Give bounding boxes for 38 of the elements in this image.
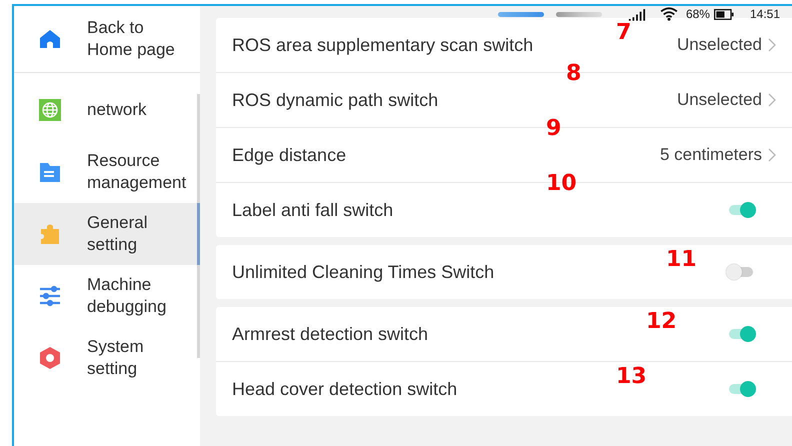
sidebar-item[interactable]: Resource management (14, 141, 200, 203)
setting-label: Head cover detection switch (232, 378, 458, 400)
setting-label: Edge distance (232, 144, 346, 166)
annotation-number: 13 (616, 364, 647, 389)
setting-label: Armrest detection switch (232, 324, 428, 344)
signal-icon (628, 8, 646, 20)
puzzle-icon (38, 222, 62, 246)
home-icon (38, 27, 62, 51)
chevron-right-icon (768, 38, 776, 52)
chevron-right-icon (768, 93, 776, 107)
annotation-number: 8 (566, 61, 582, 86)
annotation-number: 12 (646, 309, 677, 334)
setting-value[interactable]: Unselected (676, 90, 762, 110)
battery-percentage: 68% (686, 7, 710, 21)
annotation-number: 10 (546, 171, 577, 196)
setting-label: ROS dynamic path switch (232, 90, 438, 110)
setting-label: ROS area supplementary scan switch (232, 34, 534, 56)
sliders-icon (38, 284, 62, 308)
status-time: 14:51 (750, 7, 780, 21)
sidebar-item[interactable]: System setting (14, 327, 200, 389)
notification-indicator (498, 12, 544, 16)
document-icon (38, 160, 62, 184)
setting-value[interactable]: 5 centimeters (660, 145, 762, 165)
setting-value[interactable]: Unselected (676, 35, 762, 55)
annotation-number: 7 (616, 20, 632, 45)
sidebar-item[interactable]: network (14, 79, 200, 141)
chevron-right-icon (768, 148, 776, 162)
annotation-number: 11 (666, 247, 697, 272)
setting-label: Unlimited Cleaning Times Switch (232, 262, 494, 282)
notification-indicator (556, 12, 602, 16)
annotation-number: 9 (546, 116, 562, 141)
sidebar-item[interactable]: Machine debugging (14, 265, 200, 327)
battery-icon (714, 8, 734, 20)
globe-icon (38, 98, 62, 122)
hexagon-icon (38, 346, 62, 370)
setting-label: Label anti fall switch (232, 200, 394, 220)
sidebar-item[interactable]: General setting (14, 203, 200, 265)
wifi-icon (660, 7, 678, 21)
